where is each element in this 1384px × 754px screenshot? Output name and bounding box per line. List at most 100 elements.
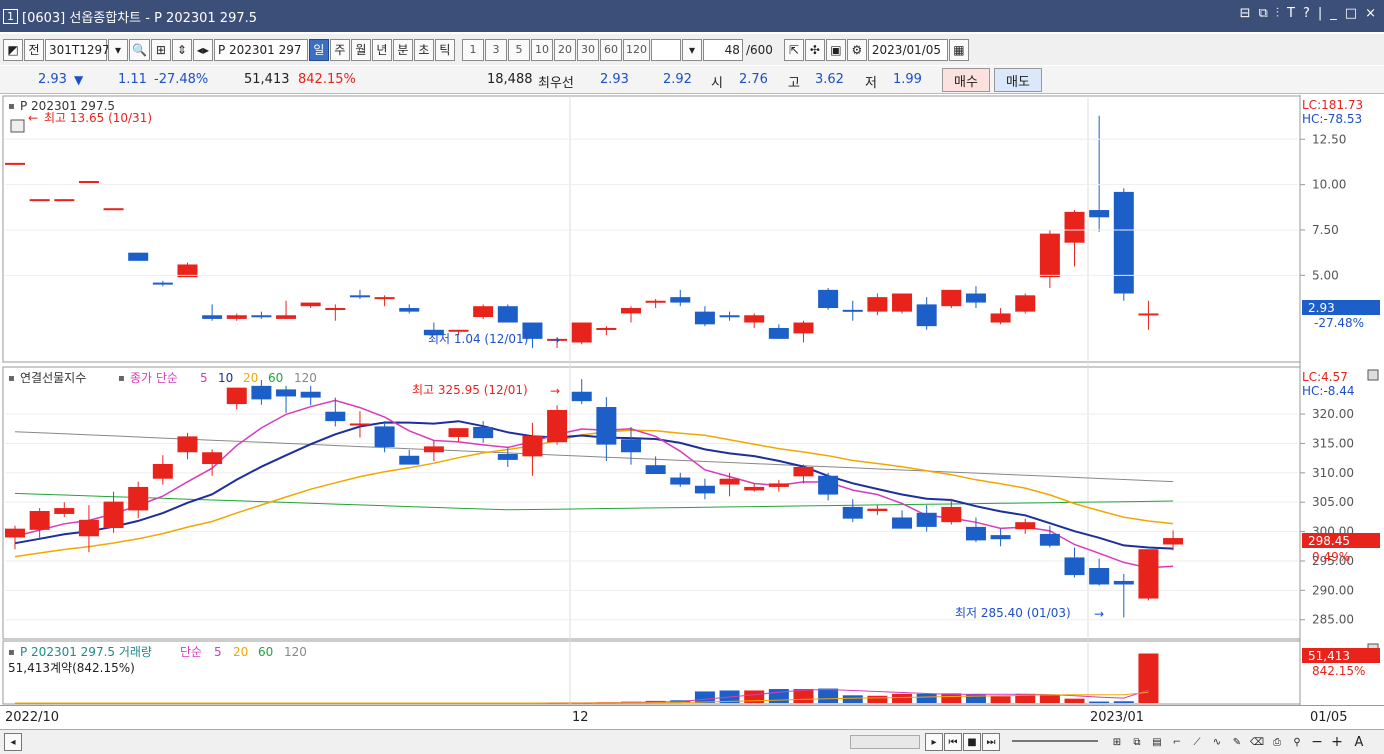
buy-button[interactable]: 매수 xyxy=(942,68,990,92)
volume-ma-5: 5 xyxy=(214,645,222,659)
price-lc: LC:181.73 xyxy=(1302,98,1363,112)
custom-interval-input[interactable] xyxy=(650,38,681,61)
code-dropdown-icon[interactable]: ▾ xyxy=(108,38,128,61)
pane-menu-icon[interactable]: ▪ xyxy=(8,101,15,112)
index-candle xyxy=(818,475,839,495)
font-icon[interactable]: T xyxy=(1287,6,1295,21)
best-quote-label: 최우선 xyxy=(538,76,574,91)
volume-legend-name: P 202301 297.5 거래량 xyxy=(20,645,152,659)
compare-icon[interactable]: ⊞ xyxy=(150,38,171,61)
calendar-icon[interactable]: ▦ xyxy=(948,38,969,61)
print-icon[interactable]: ⎙ xyxy=(1268,733,1286,751)
eraser-icon[interactable]: ⌫ xyxy=(1248,733,1266,751)
index-candle xyxy=(941,506,962,523)
pen-icon[interactable]: ✎ xyxy=(1228,733,1246,751)
save-icon[interactable]: ▣ xyxy=(825,38,846,61)
price-change: 1.11 xyxy=(118,72,147,87)
interval-5[interactable]: 5 xyxy=(507,38,530,61)
trend-icon[interactable]: ⟋ xyxy=(1188,733,1206,751)
period-day[interactable]: 일 xyxy=(308,38,329,61)
close-button[interactable]: × xyxy=(1365,6,1376,21)
name-field[interactable]: P 202301 297 xyxy=(213,38,308,61)
interval-60[interactable]: 60 xyxy=(599,38,622,61)
calculator-icon[interactable] xyxy=(10,119,25,133)
period-tick[interactable]: 틱 xyxy=(434,38,455,61)
period-week[interactable]: 주 xyxy=(329,38,350,61)
index-candle xyxy=(226,387,247,405)
play-icon[interactable]: ▸ xyxy=(925,733,943,751)
interval-dropdown-icon[interactable]: ▾ xyxy=(681,38,702,61)
index-pane-close-icon[interactable] xyxy=(1367,369,1379,381)
wave-icon[interactable]: ∿ xyxy=(1208,733,1226,751)
font-size-icon[interactable]: A xyxy=(1350,733,1368,751)
tile-icon[interactable]: ⧉ xyxy=(1259,6,1268,21)
prev-button[interactable]: 전 xyxy=(24,38,44,61)
price-candle xyxy=(399,308,420,312)
gear-icon[interactable]: ⚙ xyxy=(846,38,867,61)
layout-icon[interactable]: ⊞ xyxy=(1108,733,1126,751)
zoom-out-icon[interactable]: − xyxy=(1308,733,1326,751)
volume: 51,413 xyxy=(244,72,290,87)
price-last-pct: -27.48% xyxy=(1314,316,1364,330)
x-label-last-date: 01/05 xyxy=(1310,710,1348,725)
maximize-button[interactable]: □ xyxy=(1345,6,1357,21)
draw-line-icon[interactable]: ⌐ xyxy=(1168,733,1186,751)
index-pane-menu-icon[interactable]: ▪ xyxy=(8,373,15,384)
forward-icon[interactable]: ⏭ xyxy=(982,733,1000,751)
volume-pane-menu-icon[interactable]: ▪ xyxy=(8,647,15,658)
zoom-icon[interactable]: ⇱ xyxy=(783,38,804,61)
price-candle xyxy=(152,282,173,285)
date-input[interactable]: 2023/01/05 xyxy=(867,38,948,61)
period-minute[interactable]: 분 xyxy=(392,38,413,61)
crosshair-icon[interactable]: ✣ xyxy=(804,38,825,61)
price-candle xyxy=(793,322,814,334)
code-input[interactable]: 301T1297 xyxy=(45,38,110,61)
volume-pct: 842.15% xyxy=(298,72,356,87)
scroll-left-icon[interactable]: ◂ xyxy=(4,733,22,751)
chart-area[interactable]: ▪ P 202301 297.5 ← 최고 13.65 (10/31) 최저 1… xyxy=(0,95,1384,705)
speed-slider[interactable] xyxy=(1012,740,1098,742)
price-candle xyxy=(251,315,272,318)
interval-20[interactable]: 20 xyxy=(553,38,576,61)
stepper-icon[interactable]: ⇕ xyxy=(171,38,192,61)
index-candle xyxy=(1064,557,1085,576)
volume-pane xyxy=(15,653,1159,704)
pin-icon[interactable]: ⫶ xyxy=(1276,6,1279,21)
volume-bar xyxy=(818,688,839,703)
sell-button[interactable]: 매도 xyxy=(994,68,1042,92)
low-value: 1.99 xyxy=(893,72,922,87)
interval-1[interactable]: 1 xyxy=(461,38,484,61)
index-candle xyxy=(152,464,173,479)
period-second[interactable]: 초 xyxy=(413,38,434,61)
index-ma-menu-icon[interactable]: ▪ xyxy=(118,373,125,384)
layout-icon[interactable]: ⊟ xyxy=(1240,6,1251,21)
interval-30[interactable]: 30 xyxy=(576,38,599,61)
volume-bar xyxy=(1039,695,1060,703)
help-icon[interactable]: ? xyxy=(1303,6,1310,21)
rewind-icon[interactable]: ⏮ xyxy=(944,733,962,751)
period-year[interactable]: 년 xyxy=(371,38,392,61)
period-month[interactable]: 월 xyxy=(350,38,371,61)
interval-10[interactable]: 10 xyxy=(530,38,553,61)
scroll-thumb[interactable] xyxy=(850,735,920,749)
index-candle xyxy=(694,485,715,494)
minimize-button[interactable]: _ xyxy=(1330,6,1337,21)
index-candle xyxy=(645,465,666,475)
interval-120[interactable]: 120 xyxy=(622,38,650,61)
price-pane-frame xyxy=(2,95,1301,363)
sound-icon[interactable]: ◂▸ xyxy=(192,38,213,61)
x-label-2023-01: 2023/01 xyxy=(1090,710,1145,725)
stop-icon[interactable]: ■ xyxy=(963,733,981,751)
open-label: 시 xyxy=(711,76,723,91)
zoom-icon[interactable]: ⚲ xyxy=(1288,733,1306,751)
search-icon[interactable]: 🔍 xyxy=(129,38,150,61)
price-candle xyxy=(719,315,740,318)
chart-settings-icon[interactable]: ◩ xyxy=(3,38,23,61)
grid-icon[interactable]: ▤ xyxy=(1148,733,1166,751)
zoom-in-icon[interactable]: + xyxy=(1328,733,1346,751)
interval-3[interactable]: 3 xyxy=(484,38,507,61)
count-input[interactable]: 48 xyxy=(702,38,743,61)
index-axis-label: 320.00 xyxy=(1312,407,1354,421)
window-icon[interactable]: ⧉ xyxy=(1128,733,1146,751)
chart-canvas[interactable]: ▪ P 202301 297.5 ← 최고 13.65 (10/31) 최저 1… xyxy=(0,95,1384,705)
